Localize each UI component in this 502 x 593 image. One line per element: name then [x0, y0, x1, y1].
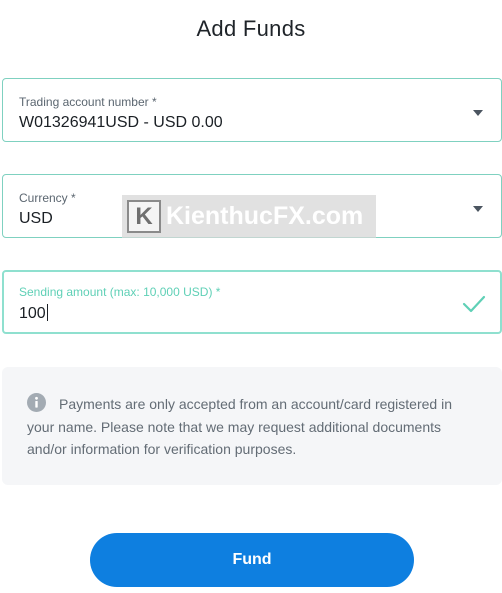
watermark-k-mark: K	[127, 200, 161, 233]
page-title: Add Funds	[196, 16, 306, 41]
currency-value: USD	[19, 210, 53, 227]
currency-label: Currency *	[19, 191, 76, 205]
trading-account-label: Trading account number *	[19, 95, 157, 109]
watermark-text: KienthucFX.com	[166, 202, 364, 230]
chevron-down-icon[interactable]	[473, 110, 483, 116]
trading-account-value: W01326941USD - USD 0.00	[19, 114, 223, 131]
sending-amount-value: 100	[19, 305, 46, 322]
fund-button[interactable]: Fund	[90, 533, 414, 587]
chevron-down-icon[interactable]	[473, 206, 483, 212]
sending-amount-field[interactable]: Sending amount (max: 10,000 USD) * 100	[2, 270, 502, 334]
info-notice: Payments are only accepted from an accou…	[2, 367, 502, 485]
sending-amount-input[interactable]: 100	[19, 304, 48, 323]
checkmark-icon	[462, 295, 486, 313]
trading-account-select[interactable]: Trading account number * W01326941USD - …	[2, 78, 502, 142]
text-cursor	[46, 304, 48, 321]
info-message: Payments are only accepted from an accou…	[27, 396, 452, 457]
watermark-logo: K KienthucFX.com	[122, 195, 376, 238]
sending-amount-label: Sending amount (max: 10,000 USD) *	[19, 285, 221, 299]
